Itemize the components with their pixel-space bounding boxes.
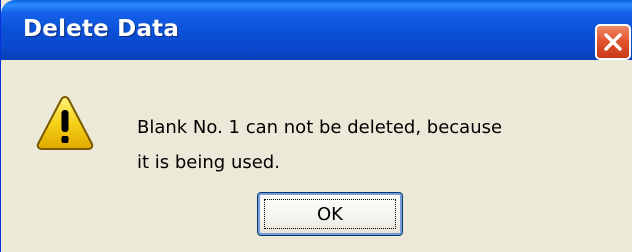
dialog-message: Blank No. 1 can not be deleted, because … <box>137 110 597 180</box>
warning-icon <box>36 95 94 150</box>
dialog-titlebar[interactable]: Delete Data <box>1 0 632 60</box>
message-line-1: Blank No. 1 can not be deleted, because <box>137 117 503 138</box>
message-line-2: it is being used. <box>137 152 280 173</box>
delete-data-dialog: Delete Data Blank No. 1 can not be delet… <box>0 0 632 252</box>
close-button[interactable] <box>595 24 631 60</box>
ok-button[interactable]: OK <box>257 192 403 236</box>
ok-button-label: OK <box>317 203 343 225</box>
dialog-bottom-edge <box>1 244 632 252</box>
dialog-title: Delete Data <box>23 16 180 42</box>
close-icon <box>604 33 622 51</box>
